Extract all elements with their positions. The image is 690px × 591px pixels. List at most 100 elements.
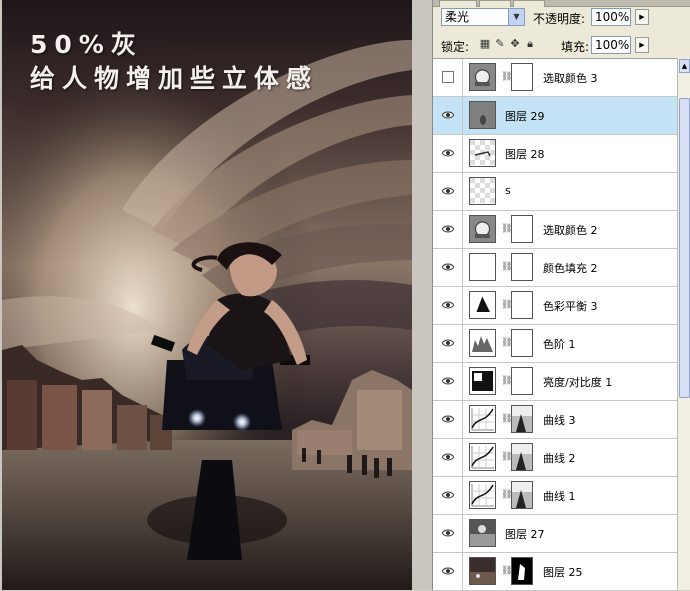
layer-thumbnail[interactable] xyxy=(469,63,496,91)
layer-name: 曲线 1 xyxy=(543,490,576,503)
eye-icon xyxy=(442,529,454,537)
eye-icon xyxy=(442,377,454,385)
layer-mask-thumbnail[interactable] xyxy=(511,329,533,357)
layer-mask-thumbnail[interactable] xyxy=(511,367,533,395)
lock-position-icon[interactable]: ✥ xyxy=(509,38,521,50)
layer-name: 色阶 1 xyxy=(543,338,576,351)
layer-row[interactable]: ⛓ 曲线 3 xyxy=(433,401,677,439)
scrollbar-thumb[interactable] xyxy=(679,98,690,398)
fill-input[interactable]: 100% xyxy=(591,36,631,54)
layer-mask-thumbnail[interactable] xyxy=(511,443,533,471)
blend-mode-select[interactable]: 柔光 ▼ xyxy=(441,8,525,26)
layer-row[interactable]: ⛓ 色阶 1 xyxy=(433,325,677,363)
layer-visibility-toggle[interactable] xyxy=(433,287,463,324)
layers-scrollbar[interactable]: ▲ xyxy=(677,58,690,590)
layer-thumbnail[interactable] xyxy=(469,443,496,471)
layer-mask-thumbnail[interactable] xyxy=(511,215,533,243)
link-chain-icon[interactable]: ⛓ xyxy=(501,338,512,348)
layers-list[interactable]: ⛓ 选取颜色 3 图层 29 图层 28 s ⛓ 选取颜色 2 ⛓ 颜色填充 2 ⛓ 色彩平衡 3 ⛓… xyxy=(433,58,677,591)
layer-thumbnail[interactable] xyxy=(469,519,496,547)
document-canvas-area[interactable]: 50%灰 给人物增加些立体感 xyxy=(0,0,432,590)
layer-row[interactable]: 图层 27 xyxy=(433,515,677,553)
panel-tab-paths[interactable] xyxy=(513,0,545,7)
layer-name: 选取颜色 2 xyxy=(543,224,598,237)
layer-row[interactable]: s xyxy=(433,173,677,211)
opacity-label: 不透明度: xyxy=(533,12,586,26)
layer-visibility-toggle[interactable] xyxy=(433,439,463,476)
panel-tab-channels[interactable] xyxy=(479,0,511,7)
layer-visibility-toggle[interactable] xyxy=(433,325,463,362)
lock-all-icon[interactable]: 🔒︎ xyxy=(524,38,536,50)
layer-thumbnail[interactable] xyxy=(469,329,496,357)
link-chain-icon[interactable]: ⛓ xyxy=(501,72,512,82)
layer-visibility-toggle[interactable] xyxy=(433,363,463,400)
layer-row[interactable]: ⛓ 曲线 1 xyxy=(433,477,677,515)
link-chain-icon[interactable]: ⛓ xyxy=(501,566,512,576)
layer-thumbnail[interactable] xyxy=(469,139,496,167)
layer-mask-thumbnail[interactable] xyxy=(511,253,533,281)
layer-row[interactable]: 图层 29 xyxy=(433,97,677,135)
layer-row[interactable]: ⛓ 颜色填充 2 xyxy=(433,249,677,287)
opacity-input[interactable]: 100% xyxy=(591,8,631,26)
fill-slider-button[interactable]: ▶ xyxy=(635,37,649,53)
layer-name: 图层 27 xyxy=(505,528,545,541)
layer-mask-thumbnail[interactable] xyxy=(511,557,533,585)
link-chain-icon[interactable]: ⛓ xyxy=(501,300,512,310)
link-chain-icon[interactable]: ⛓ xyxy=(501,490,512,500)
layer-name: s xyxy=(505,184,511,197)
layer-row[interactable]: ⛓ 曲线 2 xyxy=(433,439,677,477)
layer-row[interactable]: ⛓ 亮度/对比度 1 xyxy=(433,363,677,401)
layer-thumbnail[interactable] xyxy=(469,215,496,243)
layer-thumbnail[interactable] xyxy=(469,405,496,433)
blend-opacity-row: 柔光 ▼ 不透明度: 100% ▶ xyxy=(441,8,685,28)
eye-icon xyxy=(442,301,454,309)
opacity-slider-button[interactable]: ▶ xyxy=(635,9,649,25)
layer-visibility-toggle[interactable] xyxy=(433,59,463,96)
photoshop-window: 50%灰 给人物增加些立体感 柔光 ▼ 不透明度: 100% ▶ 锁定: ▦ ✎… xyxy=(0,0,690,591)
panel-tab-strip[interactable] xyxy=(433,0,690,7)
blend-mode-value: 柔光 xyxy=(445,10,470,24)
link-chain-icon[interactable]: ⛓ xyxy=(501,414,512,424)
layer-mask-thumbnail[interactable] xyxy=(511,405,533,433)
lock-transparency-icon[interactable]: ▦ xyxy=(479,38,491,50)
layer-mask-thumbnail[interactable] xyxy=(511,291,533,319)
artwork-caption: 50%灰 给人物增加些立体感 xyxy=(30,28,318,96)
layer-thumbnail[interactable] xyxy=(469,481,496,509)
layer-visibility-toggle[interactable] xyxy=(433,173,463,210)
layer-row[interactable]: 图层 28 xyxy=(433,135,677,173)
layer-name: 颜色填充 2 xyxy=(543,262,598,275)
layer-mask-thumbnail[interactable] xyxy=(511,63,533,91)
link-chain-icon[interactable]: ⛓ xyxy=(501,224,512,234)
layer-thumbnail[interactable] xyxy=(469,101,496,129)
link-chain-icon[interactable]: ⛓ xyxy=(501,262,512,272)
layer-row[interactable]: ⛓ 选取颜色 2 xyxy=(433,211,677,249)
eye-icon xyxy=(442,567,454,575)
layer-row[interactable]: ⛓ 图层 25 xyxy=(433,553,677,591)
layer-thumbnail[interactable] xyxy=(469,367,496,395)
layer-visibility-toggle[interactable] xyxy=(433,401,463,438)
eye-icon xyxy=(442,111,454,119)
lock-pixels-icon[interactable]: ✎ xyxy=(494,38,506,50)
layer-thumbnail[interactable] xyxy=(469,253,496,281)
chevron-down-icon[interactable]: ▼ xyxy=(508,9,524,25)
layer-visibility-toggle[interactable] xyxy=(433,211,463,248)
link-chain-icon[interactable]: ⛓ xyxy=(501,376,512,386)
eye-icon xyxy=(442,415,454,423)
link-chain-icon[interactable]: ⛓ xyxy=(501,452,512,462)
layer-visibility-toggle[interactable] xyxy=(433,249,463,286)
layer-visibility-toggle[interactable] xyxy=(433,97,463,134)
layer-visibility-toggle[interactable] xyxy=(433,477,463,514)
layer-row[interactable]: ⛓ 选取颜色 3 xyxy=(433,59,677,97)
layer-visibility-toggle[interactable] xyxy=(433,553,463,590)
layer-visibility-toggle[interactable] xyxy=(433,135,463,172)
layer-mask-thumbnail[interactable] xyxy=(511,481,533,509)
eye-icon xyxy=(442,491,454,499)
layer-thumbnail[interactable] xyxy=(469,291,496,319)
scroll-up-button[interactable]: ▲ xyxy=(679,59,690,73)
layer-visibility-toggle[interactable] xyxy=(433,515,463,552)
layer-thumbnail[interactable] xyxy=(469,177,496,205)
panel-tab-layers[interactable] xyxy=(439,0,477,7)
layer-row[interactable]: ⛓ 色彩平衡 3 xyxy=(433,287,677,325)
layer-thumbnail[interactable] xyxy=(469,557,496,585)
layer-name: 色彩平衡 3 xyxy=(543,300,598,313)
